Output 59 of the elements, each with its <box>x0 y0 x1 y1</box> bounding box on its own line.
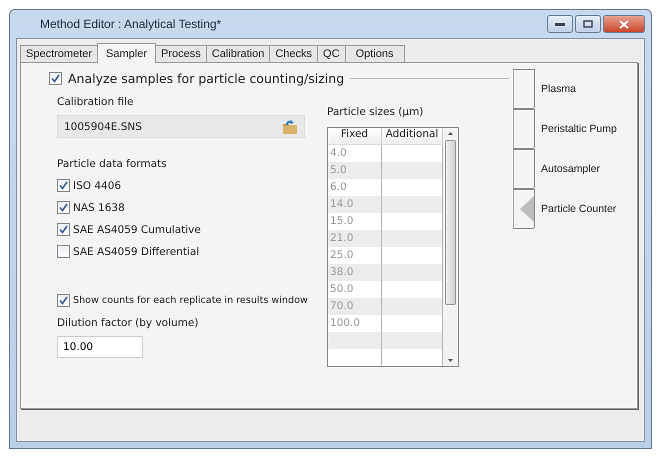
column-header: Additional <box>382 128 443 145</box>
table-cell: 50.0 <box>328 281 382 298</box>
tab[interactable]: Process <box>155 45 207 63</box>
table-cell <box>328 332 382 349</box>
minimize-button[interactable] <box>547 15 573 33</box>
checkbox[interactable] <box>57 201 70 214</box>
table-cell <box>382 162 443 179</box>
maximize-icon <box>583 20 593 28</box>
table-cell <box>382 298 443 315</box>
scrollbar[interactable] <box>443 128 458 366</box>
tab[interactable]: Options <box>344 45 405 63</box>
tab[interactable]: Checks <box>269 45 318 63</box>
checkbox[interactable] <box>57 223 70 236</box>
window-title: Method Editor : Analytical Testing* <box>40 17 222 31</box>
close-button[interactable] <box>603 15 645 33</box>
table-title: Particle sizes (µm) <box>327 106 424 118</box>
table-cell: 6.0 <box>328 179 382 196</box>
side-tab[interactable]: Autosampler <box>513 149 637 189</box>
checkbox[interactable] <box>57 245 70 258</box>
file-field[interactable]: 1005904E.SNS <box>57 115 305 138</box>
checkbox[interactable] <box>49 72 62 85</box>
checkbox[interactable] <box>57 179 70 192</box>
table-cell: 4.0 <box>328 145 382 162</box>
table-cell <box>382 230 443 247</box>
checkbox-label: Show counts for each replicate in results window <box>73 295 308 306</box>
side-tab[interactable]: Peristaltic Pump <box>513 109 637 149</box>
table-cell <box>382 264 443 281</box>
tab[interactable]: Calibration <box>206 45 270 63</box>
table-cell: 25.0 <box>328 247 382 264</box>
table-cell: 15.0 <box>328 213 382 230</box>
tab[interactable]: Spectrometer <box>20 45 98 63</box>
checkbox[interactable] <box>57 294 70 307</box>
tab[interactable]: QC <box>317 45 346 63</box>
table-cell: 14.0 <box>328 196 382 213</box>
minimize-icon <box>555 22 565 26</box>
checkbox-label: ISO 4406 <box>73 180 122 192</box>
checkbox-label: SAE AS4059 Differential <box>73 246 200 258</box>
table-cell: 38.0 <box>328 264 382 281</box>
maximize-button[interactable] <box>575 15 601 33</box>
field-label: Calibration file <box>57 96 134 108</box>
group-label: Analyze samples for particle counting/sizing <box>68 71 344 86</box>
close-icon <box>619 20 629 28</box>
table-cell <box>382 196 443 213</box>
table-cell: 100.0 <box>328 315 382 332</box>
triangle-icon <box>518 196 534 222</box>
checkbox-label: NAS 1638 <box>73 202 125 214</box>
side-tab[interactable]: Particle Counter <box>513 189 637 229</box>
table-cell <box>382 332 443 349</box>
section-label: Particle data formats <box>57 158 168 170</box>
field-label: Dilution factor (by volume) <box>57 317 200 329</box>
side-tab[interactable]: Plasma <box>513 69 637 109</box>
checkbox-label: SAE AS4059 Cumulative <box>73 224 201 236</box>
tab[interactable]: Sampler <box>97 43 156 63</box>
table-cell: 21.0 <box>328 230 382 247</box>
table-cell: 5.0 <box>328 162 382 179</box>
table-cell: 70.0 <box>328 298 382 315</box>
column-header: Fixed <box>328 128 382 145</box>
input-field[interactable]: 10.00 <box>57 336 143 358</box>
folder-icon[interactable] <box>282 118 298 134</box>
